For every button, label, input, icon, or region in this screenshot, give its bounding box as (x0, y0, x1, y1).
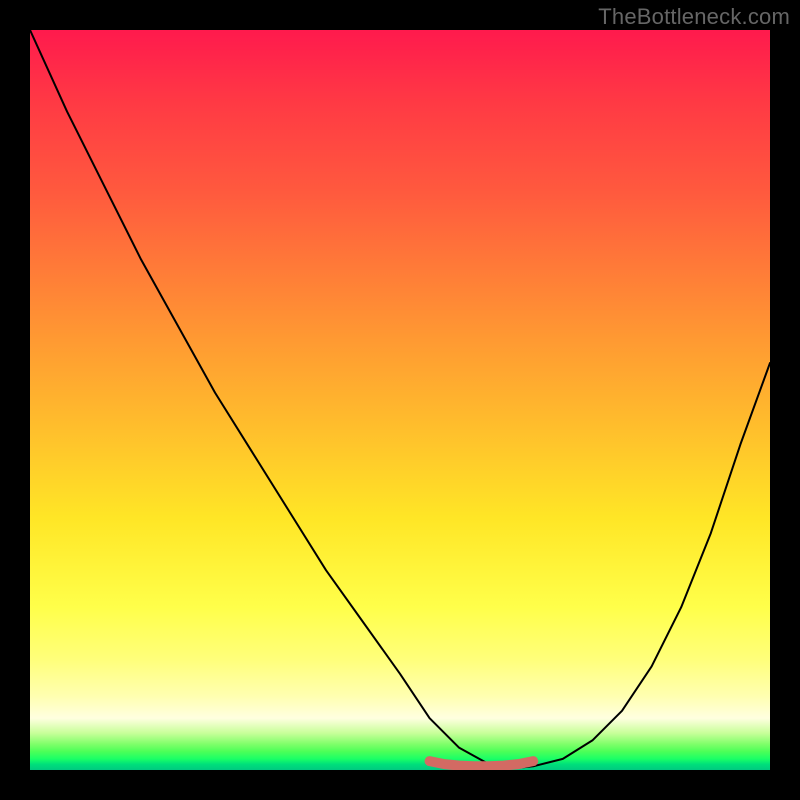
bottleneck-curve (30, 30, 770, 768)
watermark-text: TheBottleneck.com (598, 4, 790, 30)
ideal-match-band (430, 761, 534, 766)
curve-overlay (30, 30, 770, 770)
plot-area (30, 30, 770, 770)
chart-frame: TheBottleneck.com (0, 0, 800, 800)
